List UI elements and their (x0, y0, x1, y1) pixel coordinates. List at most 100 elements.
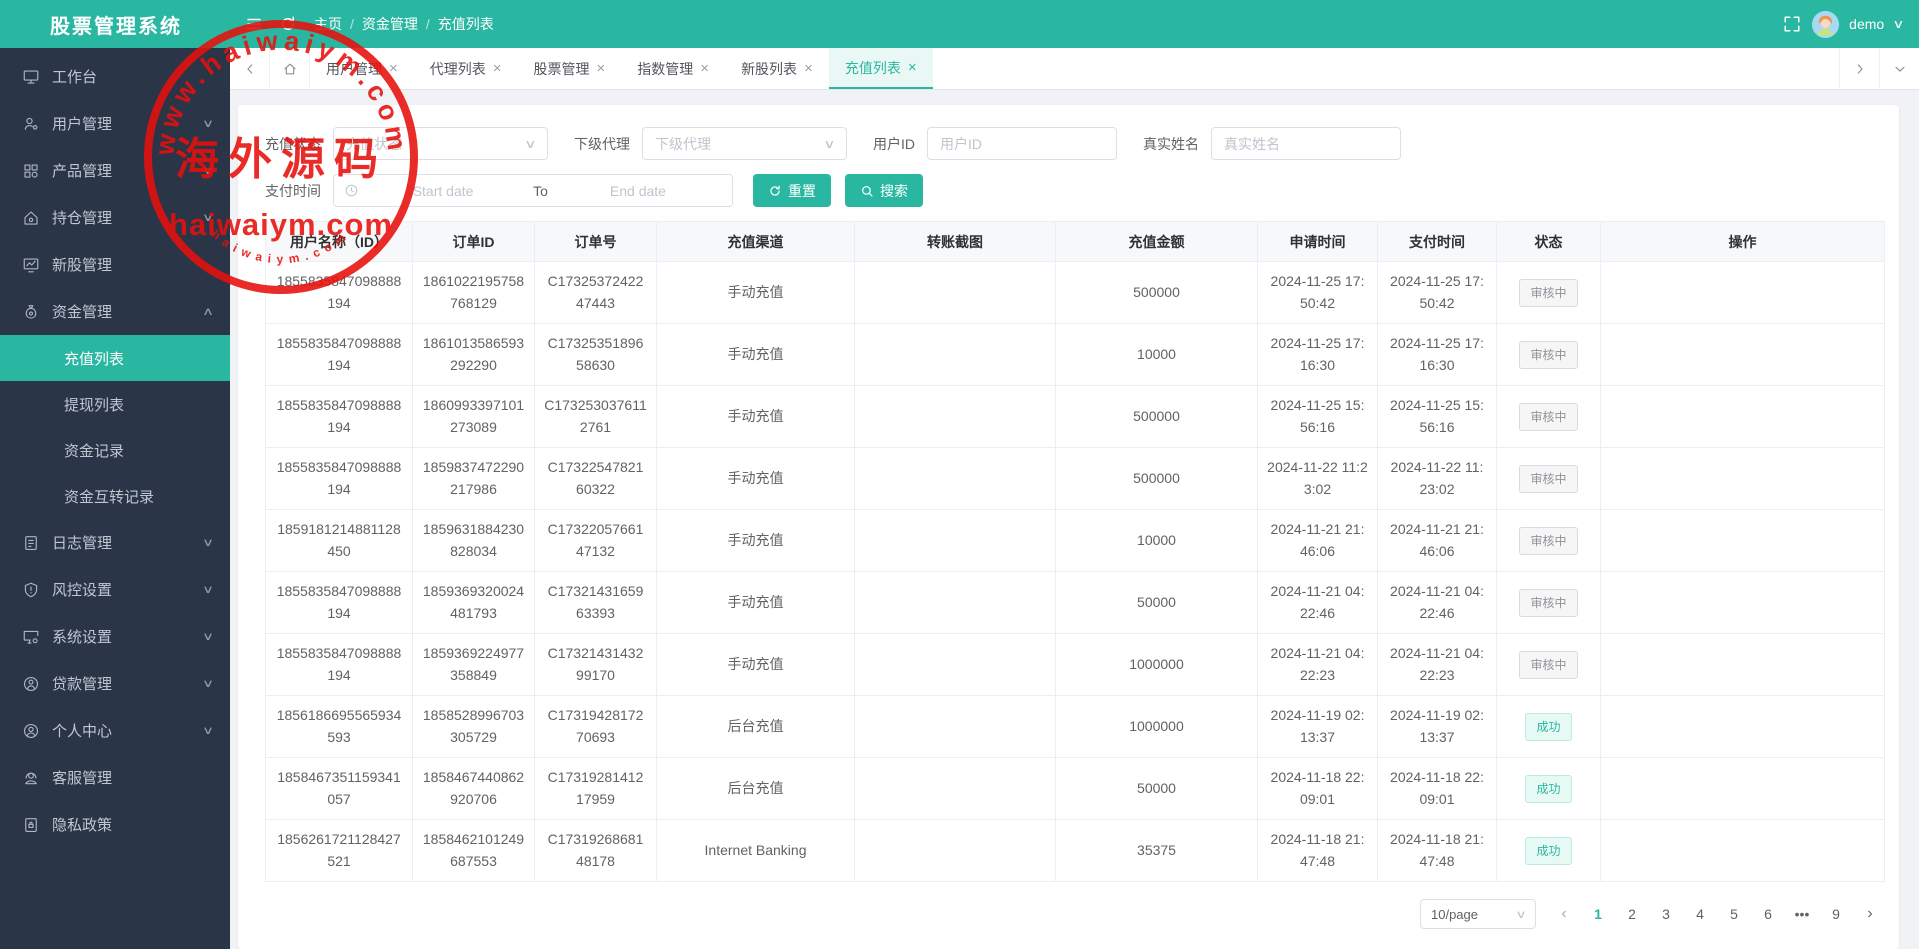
tab-close-icon[interactable]: × (389, 61, 398, 76)
products-icon (22, 162, 40, 180)
tab-label: 指数管理 (637, 60, 694, 77)
cell-order_id: 1861022195758768129 (412, 261, 535, 324)
tabs-scroll-right-icon[interactable] (1839, 48, 1879, 89)
sidebar-item-日志管理[interactable]: 日志管理 ∨ (0, 519, 230, 566)
sidebar-subitem-资金互转记录[interactable]: 资金互转记录 (0, 473, 230, 519)
tab-close-icon[interactable]: × (804, 61, 813, 76)
cell-order_id: 1858462101249687553 (412, 819, 535, 882)
cell-status: 审核中 (1496, 571, 1601, 634)
sidebar-item-工作台[interactable]: 工作台 (0, 53, 230, 100)
page-9[interactable]: 9 (1822, 900, 1850, 928)
cell-channel: 手动充值 (656, 323, 855, 386)
sidebar-item-产品管理[interactable]: 产品管理 ∨ (0, 147, 230, 194)
sidebar-item-系统设置[interactable]: 系统设置 ∨ (0, 613, 230, 660)
user-id-input[interactable] (927, 127, 1117, 160)
search-button-label: 搜索 (880, 182, 908, 199)
cell-screenshot (854, 385, 1056, 448)
hamburger-menu-icon[interactable] (244, 14, 264, 34)
sidebar-item-隐私政策[interactable]: 隐私政策 (0, 801, 230, 848)
tab-label: 用户管理 (326, 60, 382, 77)
sidebar-item-个人中心[interactable]: 个人中心 ∨ (0, 707, 230, 754)
cell-amount: 1000000 (1055, 633, 1258, 696)
positions-icon (22, 209, 40, 227)
search-icon (862, 185, 873, 197)
pay-time-label: 支付时间 (265, 182, 321, 199)
page-6[interactable]: 6 (1754, 900, 1782, 928)
tab-close-icon[interactable]: × (597, 61, 606, 76)
tab-close-icon[interactable]: × (908, 60, 917, 75)
page-2[interactable]: 2 (1618, 900, 1646, 928)
tab-用户管理[interactable]: 用户管理 × (310, 48, 414, 89)
tabs-scroll-left-icon[interactable] (230, 48, 270, 89)
tab-新股列表[interactable]: 新股列表 × (725, 48, 829, 89)
sidebar-item-客服管理[interactable]: 客服管理 (0, 754, 230, 801)
clock-icon (345, 184, 358, 197)
tab-代理列表[interactable]: 代理列表 × (414, 48, 518, 89)
chevron-down-icon: ∨ (201, 631, 215, 643)
prev-page-icon[interactable]: ‹ (1550, 900, 1578, 928)
table-row: 1855835847098888194 1859369224977358849 C1… (265, 633, 1885, 696)
refresh-icon[interactable] (278, 14, 298, 34)
privacy-icon (22, 816, 40, 834)
sidebar-subitem-充值列表[interactable]: 充值列表 (0, 335, 230, 381)
page-4[interactable]: 4 (1686, 900, 1714, 928)
fullscreen-icon[interactable] (1782, 14, 1802, 34)
status-badge: 审核中 (1519, 278, 1578, 307)
pay-time-range-picker[interactable]: To (333, 174, 733, 207)
table-row: 1856186695565934593 1858528996703305729 C1… (265, 695, 1885, 758)
cell-action (1600, 385, 1885, 448)
next-page-icon[interactable]: › (1856, 900, 1884, 928)
tabs-menu-chevron-down-icon[interactable] (1879, 48, 1919, 89)
cell-pay_time: 2024-11-18 22:09:01 (1377, 757, 1497, 820)
cell-apply_time: 2024-11-19 02:13:37 (1257, 695, 1378, 758)
cell-order_no: C1732535189658630 (534, 323, 657, 386)
start-date-input[interactable] (359, 182, 528, 199)
tab-指数管理[interactable]: 指数管理 × (621, 48, 725, 89)
breadcrumb-item[interactable]: 资金管理 (362, 14, 418, 34)
tab-股票管理[interactable]: 股票管理 × (518, 48, 622, 89)
tab-充值列表[interactable]: 充值列表 × (828, 48, 933, 89)
sub-agent-select[interactable]: 下级代理 ∨ (642, 127, 847, 160)
status-badge: 审核中 (1519, 402, 1578, 431)
sidebar-subitem-资金记录[interactable]: 资金记录 (0, 427, 230, 473)
user-menu-chevron-down-icon[interactable]: ∨ (1892, 17, 1904, 31)
sidebar-item-贷款管理[interactable]: 贷款管理 ∨ (0, 660, 230, 707)
cell-channel: 手动充值 (656, 633, 855, 696)
home-tab-icon[interactable] (270, 48, 310, 89)
sidebar-item-新股管理[interactable]: 新股管理 (0, 241, 230, 288)
username[interactable]: demo (1849, 16, 1884, 32)
cell-amount: 500000 (1055, 261, 1258, 324)
page-size-select[interactable]: 10/page ∨ (1420, 899, 1536, 929)
page-5[interactable]: 5 (1720, 900, 1748, 928)
sidebar-item-label: 隐私政策 (52, 817, 113, 834)
cell-amount: 50000 (1055, 757, 1258, 820)
real-name-label: 真实姓名 (1143, 135, 1199, 152)
breadcrumb-item[interactable]: 主页 (314, 14, 342, 34)
app-title: 股票管理系统 (50, 15, 182, 38)
recharge-status-select[interactable]: 充值状态 ∨ (333, 127, 548, 160)
cell-user_id: 1855835847098888194 (265, 571, 413, 634)
reset-button[interactable]: 重置 (753, 174, 831, 207)
breadcrumb-item[interactable]: 充值列表 (438, 14, 494, 34)
status-badge: 审核中 (1519, 650, 1578, 679)
end-date-input[interactable] (553, 182, 723, 199)
page-1[interactable]: 1 (1584, 900, 1612, 928)
cell-order_no: C1732143143299170 (534, 633, 657, 696)
sidebar-item-用户管理[interactable]: 用户管理 ∨ (0, 100, 230, 147)
cell-user_id: 1855835847098888194 (265, 633, 413, 696)
sidebar-item-持仓管理[interactable]: 持仓管理 ∨ (0, 194, 230, 241)
search-button[interactable]: 搜索 (845, 174, 923, 207)
tab-label: 充值列表 (844, 59, 901, 76)
sidebar-item-资金管理[interactable]: 资金管理 ∧ (0, 288, 230, 335)
tab-close-icon[interactable]: × (493, 61, 502, 76)
page-3[interactable]: 3 (1652, 900, 1680, 928)
real-name-input[interactable] (1211, 127, 1401, 160)
tab-close-icon[interactable]: × (700, 61, 709, 76)
sidebar-item-风控设置[interactable]: 风控设置 ∨ (0, 566, 230, 613)
sidebar-subitem-提现列表[interactable]: 提现列表 (0, 381, 230, 427)
avatar[interactable] (1812, 10, 1840, 38)
cell-apply_time: 2024-11-21 21:46:06 (1257, 509, 1378, 572)
breadcrumb: 主页 / 资金管理 / 充值列表 (314, 14, 494, 34)
user-id-label: 用户ID (873, 135, 915, 152)
cell-user_id: 1855835847098888194 (265, 385, 413, 448)
